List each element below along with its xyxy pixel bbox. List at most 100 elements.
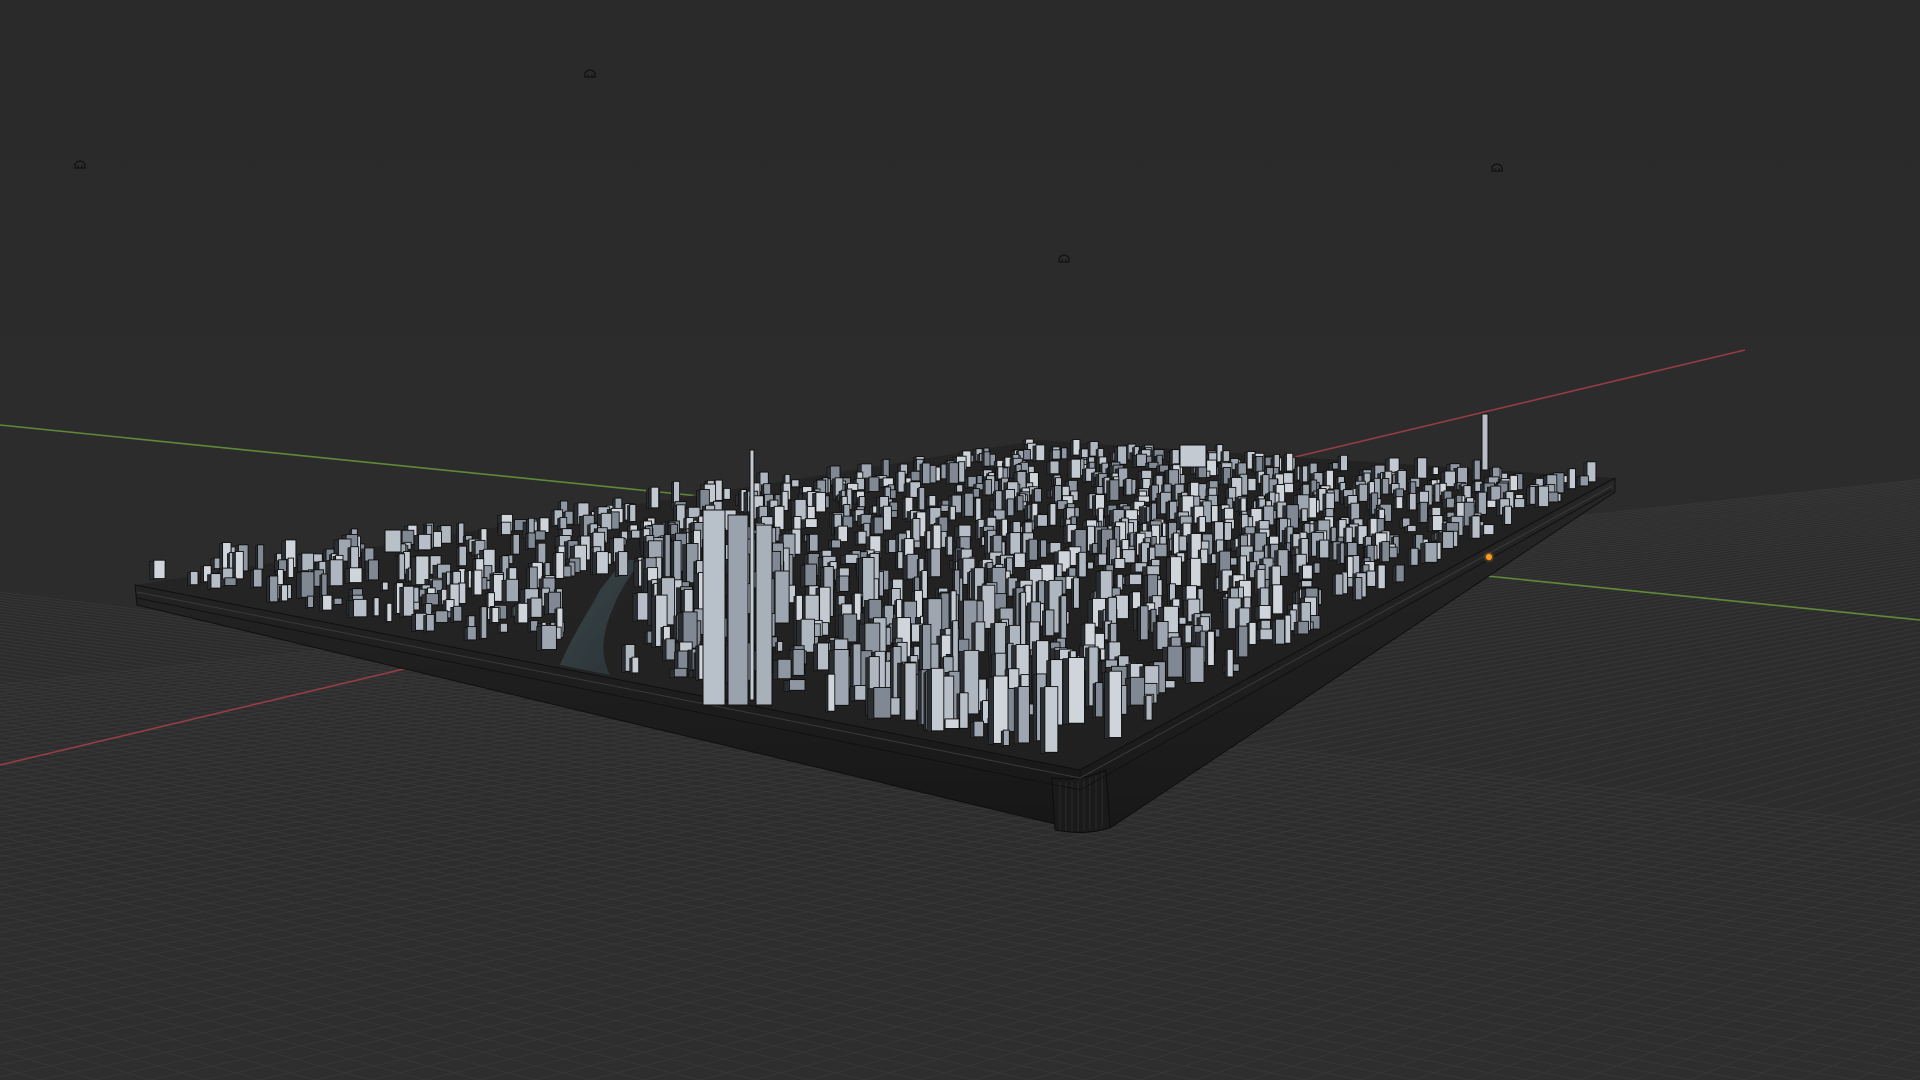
building <box>1028 538 1038 561</box>
building-side <box>854 531 859 546</box>
building <box>1036 514 1048 527</box>
building-side <box>800 564 806 588</box>
building <box>922 462 931 485</box>
building <box>453 605 463 622</box>
building-side <box>1166 452 1170 463</box>
building-side <box>1392 565 1397 584</box>
building-side <box>200 566 204 584</box>
building-side <box>250 569 254 589</box>
building-side <box>984 563 988 582</box>
building <box>1248 621 1257 645</box>
building-side <box>905 482 911 499</box>
building <box>815 491 826 513</box>
building <box>958 461 966 483</box>
building <box>537 542 547 565</box>
building-side <box>1075 552 1079 579</box>
building-side <box>743 491 748 514</box>
building-side <box>1049 450 1053 461</box>
building-side <box>1089 544 1093 555</box>
light-icon[interactable] <box>583 67 597 79</box>
building-side <box>738 490 742 513</box>
building-side <box>1576 476 1581 488</box>
building <box>906 553 919 580</box>
building-side <box>923 672 927 732</box>
building-side <box>869 506 873 515</box>
building-side <box>411 613 416 632</box>
building-side <box>967 572 970 601</box>
building-side <box>455 546 460 568</box>
building-side <box>1124 574 1130 586</box>
building-side <box>1145 462 1150 470</box>
3d-viewport[interactable] <box>0 0 1920 1080</box>
building <box>1136 453 1147 467</box>
building <box>1381 478 1390 495</box>
building <box>930 548 941 578</box>
building-side <box>961 493 966 518</box>
building <box>530 597 543 618</box>
building <box>373 597 380 617</box>
building-side <box>671 482 674 506</box>
building-side <box>1214 578 1217 592</box>
building <box>1408 492 1417 511</box>
building-side <box>983 530 988 557</box>
building <box>1044 686 1059 753</box>
building-side <box>930 525 934 551</box>
building-side <box>895 552 898 570</box>
building-side <box>840 554 846 565</box>
building-side <box>413 535 419 552</box>
light-icon[interactable] <box>1490 161 1504 173</box>
building-side <box>1443 512 1448 521</box>
building <box>1345 526 1353 544</box>
building-side <box>1393 489 1397 499</box>
building <box>997 466 1004 480</box>
building-side <box>489 608 493 624</box>
building-side <box>925 508 931 534</box>
building <box>1477 491 1487 515</box>
building <box>541 624 557 650</box>
building <box>257 544 265 570</box>
building-side <box>514 603 519 625</box>
building-side <box>633 560 639 588</box>
building <box>1070 458 1082 479</box>
building <box>1471 515 1481 539</box>
building <box>1128 573 1143 586</box>
building-side <box>470 570 475 597</box>
building-side <box>526 567 530 592</box>
building <box>1274 618 1286 645</box>
building <box>1259 628 1274 641</box>
building-side <box>1186 558 1191 588</box>
building-side <box>1471 481 1476 493</box>
building-side <box>1137 606 1141 642</box>
building <box>1285 452 1294 472</box>
building <box>300 571 315 598</box>
building-side <box>1293 621 1299 636</box>
building <box>631 656 640 674</box>
building <box>499 622 508 633</box>
light-icon[interactable] <box>73 158 87 170</box>
light-icon[interactable] <box>1057 252 1071 264</box>
building <box>1167 645 1183 678</box>
building-side <box>979 537 983 547</box>
building-side <box>544 592 549 615</box>
building-side <box>1332 574 1336 597</box>
building-side <box>1420 543 1426 564</box>
building-side <box>888 589 892 607</box>
building <box>774 570 790 624</box>
building <box>844 553 859 564</box>
building-side <box>371 598 375 618</box>
building-side <box>1009 458 1014 479</box>
building <box>1198 516 1206 533</box>
building <box>1109 622 1118 645</box>
building <box>1095 682 1104 718</box>
building-side <box>364 560 369 582</box>
building-side <box>927 549 932 578</box>
building <box>1381 541 1390 563</box>
building <box>555 552 565 579</box>
building-side <box>1133 608 1138 631</box>
building-side <box>1152 622 1158 651</box>
building-side <box>857 515 862 527</box>
building <box>1023 449 1031 461</box>
scene-canvas[interactable] <box>0 0 1920 1080</box>
building-side <box>1393 497 1397 510</box>
building-side <box>579 515 584 539</box>
